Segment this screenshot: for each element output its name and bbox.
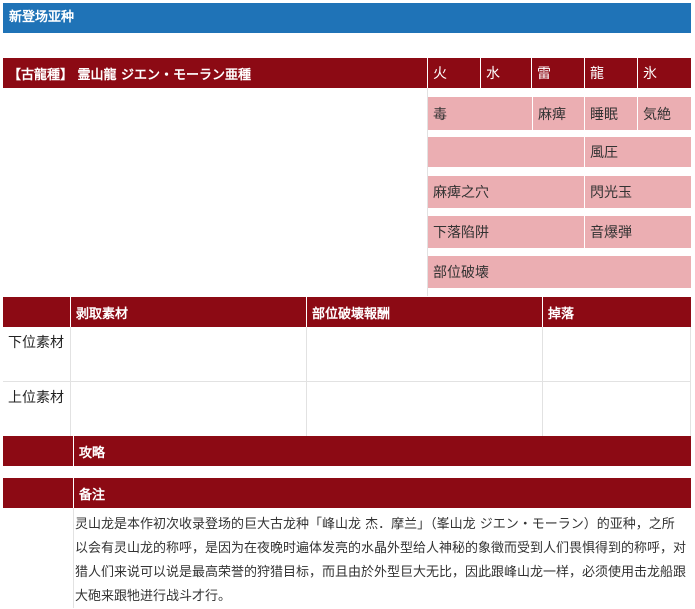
row-high-rank: 上位素材 xyxy=(3,382,70,436)
status-paralysis: 麻痺 xyxy=(533,97,584,130)
element-dragon: 龍 xyxy=(585,58,637,88)
element-ice: 氷 xyxy=(638,58,691,88)
element-thunder: 雷 xyxy=(532,58,584,88)
element-water: 水 xyxy=(481,58,531,88)
status-poison: 毒 xyxy=(428,97,532,130)
item-sonic-bomb: 音爆弾 xyxy=(585,216,691,248)
grid-line xyxy=(70,327,71,436)
row-label-high-rank: 上位素材 xyxy=(8,390,64,406)
item-cell-empty xyxy=(428,137,584,167)
grid-line xyxy=(73,508,74,608)
row-low-rank: 下位素材 xyxy=(3,327,70,381)
strategy-title: 攻略 xyxy=(74,436,691,466)
materials-header-corner xyxy=(3,297,70,327)
grid-line xyxy=(690,327,691,436)
grid-line xyxy=(3,381,691,382)
notes-header-corner xyxy=(3,478,73,508)
grid-line xyxy=(306,327,307,436)
notes-text: 灵山龙是本作初次收录登场的巨大古龙种「峰山龙 杰．摩兰」（峯山龙 ジエン・モーラ… xyxy=(75,517,687,604)
section-title: 新登场亚种 xyxy=(3,3,691,33)
grid-line xyxy=(542,327,543,436)
col-carve-materials: 剥取素材 xyxy=(71,297,306,327)
notes-title: 备注 xyxy=(74,478,691,508)
monster-name: 【古龍種】 霊山龍 ジエン・モーラン亜種 xyxy=(3,58,427,88)
row-label-low-rank: 下位素材 xyxy=(8,335,64,351)
element-fire: 火 xyxy=(428,58,480,88)
status-sleep: 睡眠 xyxy=(585,97,637,130)
col-part-break-rewards: 部位破壊報酬 xyxy=(307,297,542,327)
col-drops: 掉落 xyxy=(543,297,691,327)
item-paralysis-trap: 麻痺之穴 xyxy=(428,176,584,208)
item-flash-bomb: 閃光玉 xyxy=(585,176,691,208)
status-stun: 気絶 xyxy=(638,97,691,130)
strategy-header-corner xyxy=(3,436,73,466)
item-pitfall-trap: 下落陷阱 xyxy=(428,216,584,248)
item-part-break: 部位破壊 xyxy=(428,256,691,288)
item-wind-pressure: 風圧 xyxy=(585,137,691,167)
